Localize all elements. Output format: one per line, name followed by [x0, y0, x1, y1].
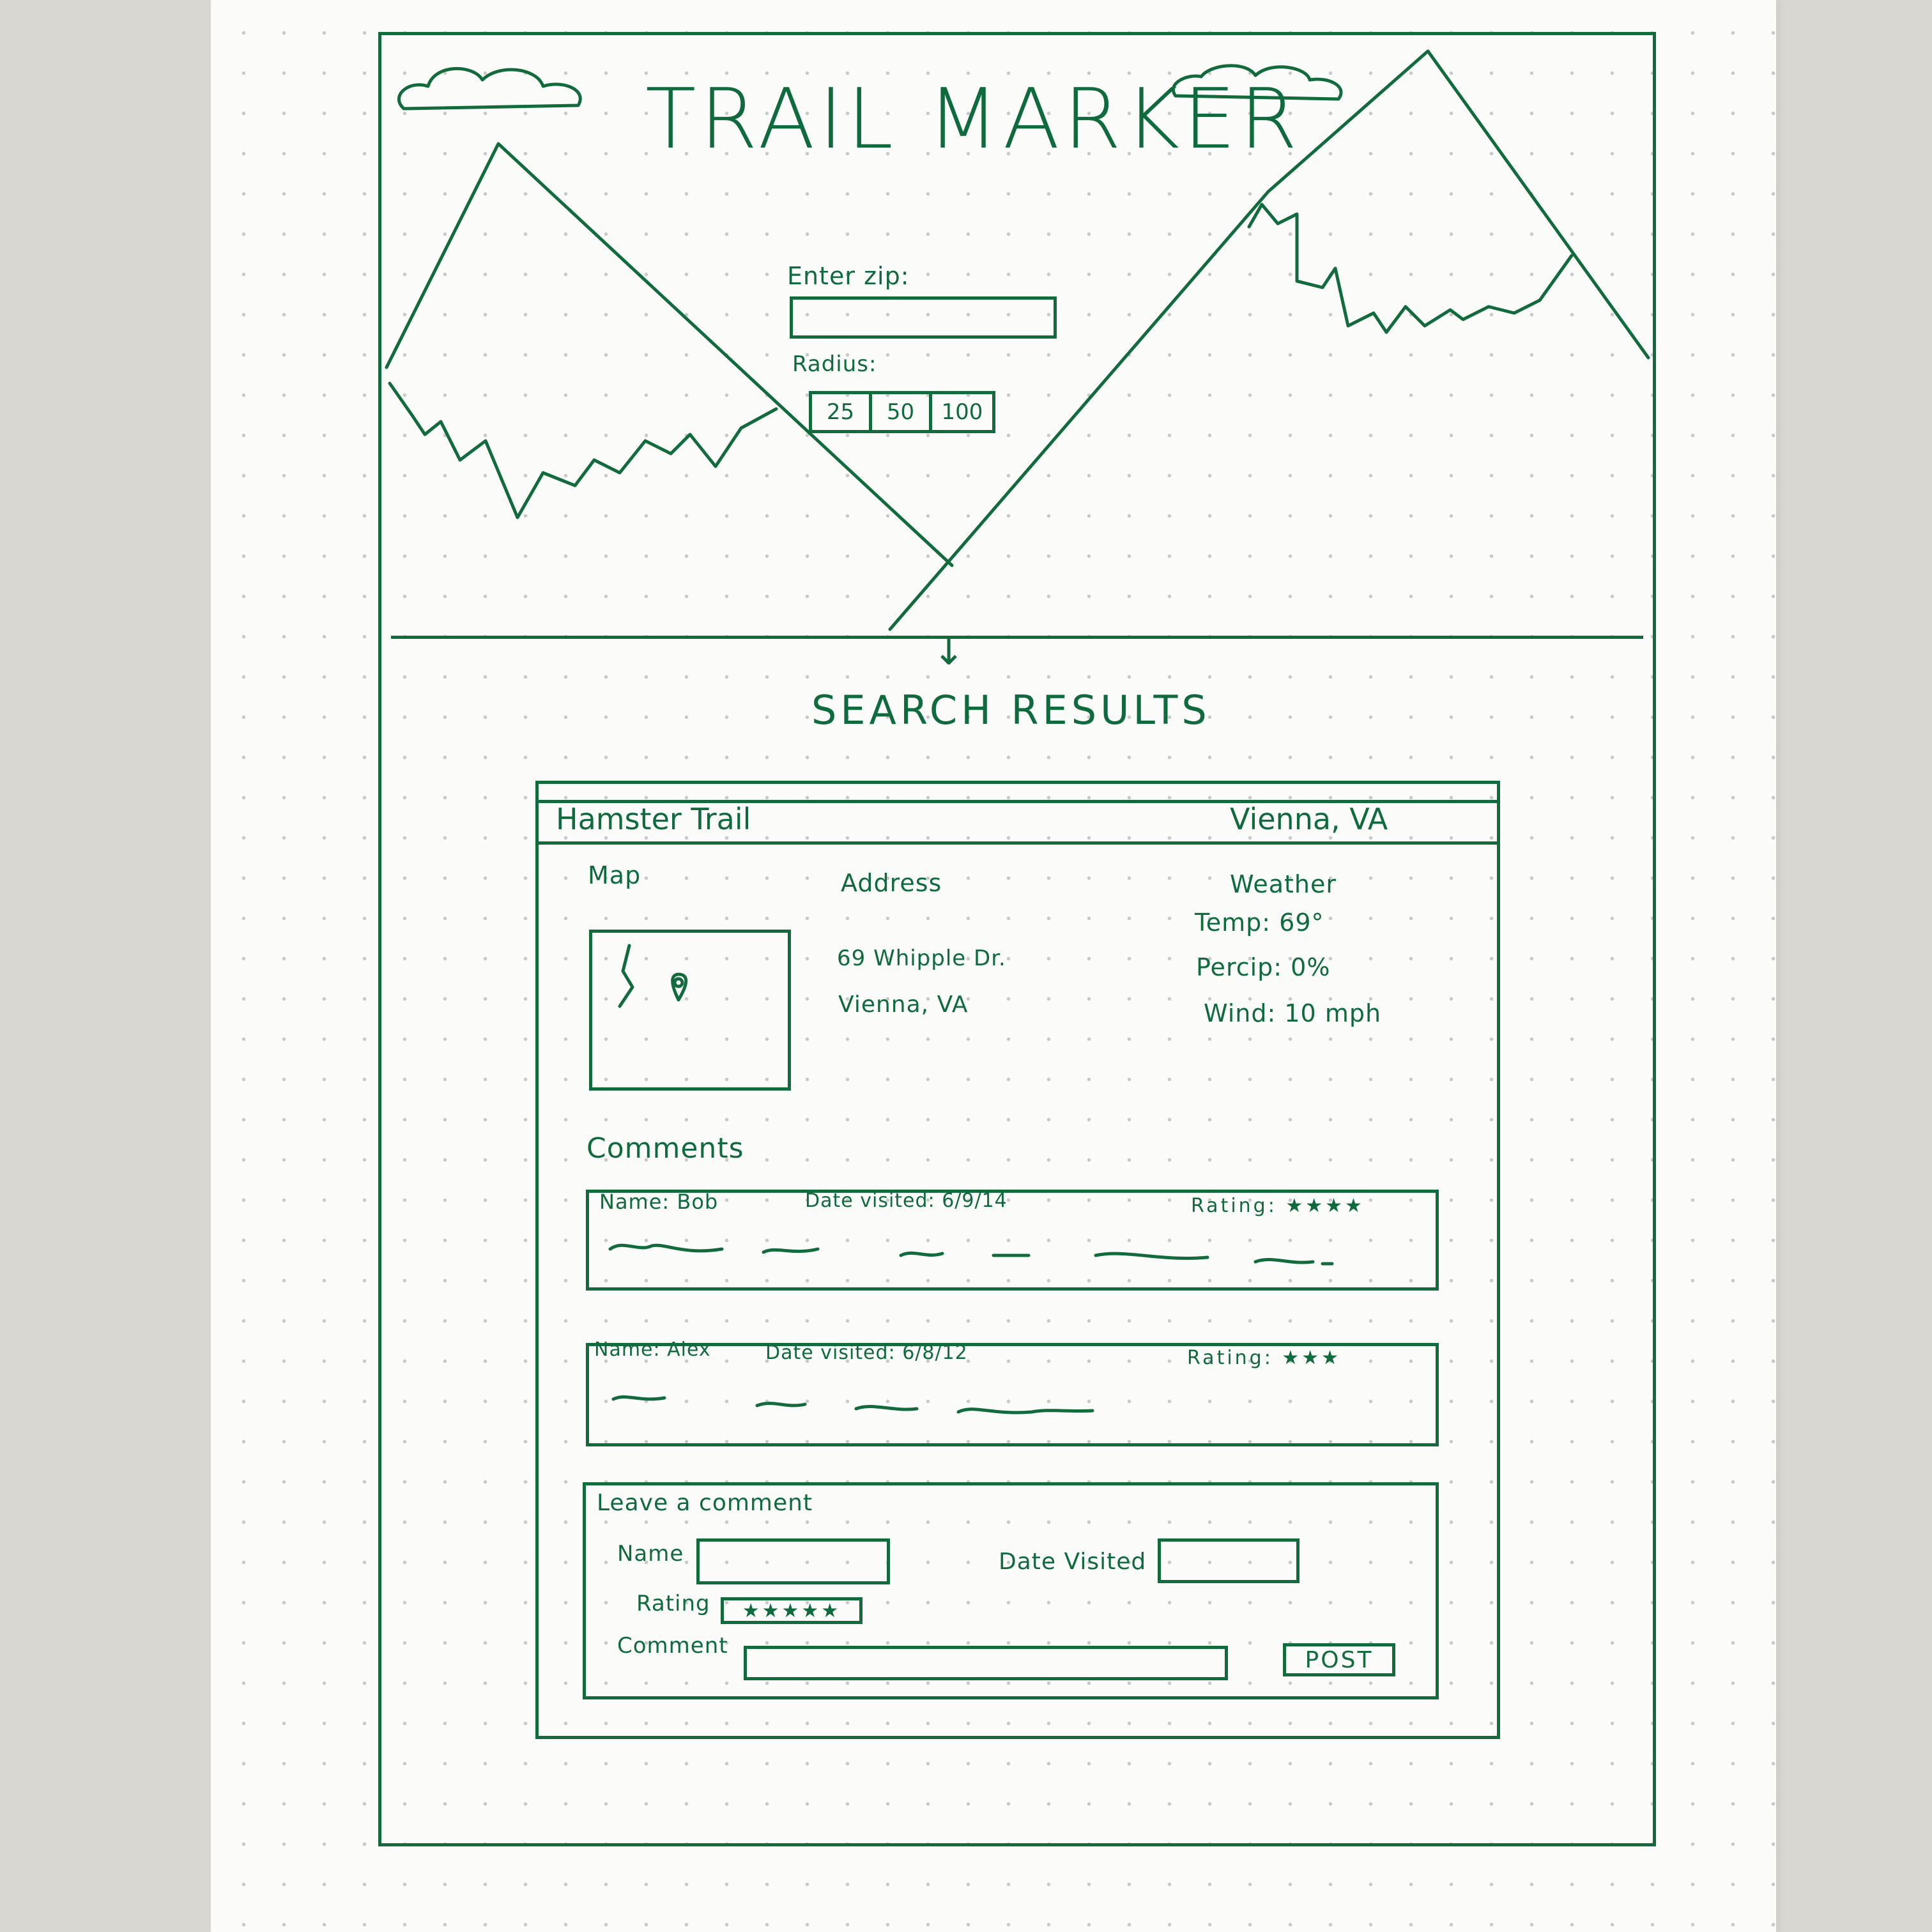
weather-label: Weather — [1230, 870, 1337, 898]
weather-wind: Wind: 10 mph — [1204, 999, 1382, 1027]
weather-precip: Percip: 0% — [1196, 953, 1331, 981]
comment-input[interactable] — [744, 1646, 1228, 1680]
rating-label: Rating — [636, 1591, 710, 1616]
comment-author: Name: Bob — [599, 1190, 719, 1214]
zip-input[interactable] — [790, 296, 1057, 339]
address-label: Address — [841, 869, 942, 897]
leave-comment-title: Leave a comment — [597, 1490, 813, 1516]
hero-divider — [391, 636, 1643, 639]
comment-rating: Rating: ★★★ — [1187, 1347, 1342, 1369]
comment-rating: Rating: ★★★★ — [1191, 1195, 1365, 1217]
trail-map[interactable] — [589, 930, 791, 1091]
radius-option-50[interactable]: 50 — [872, 394, 932, 430]
radius-option-100[interactable]: 100 — [932, 394, 992, 430]
comment-date: Date visited: 6/8/12 — [765, 1342, 968, 1364]
comment-author: Name: Alex — [594, 1338, 711, 1361]
search-results-title: SEARCH RESULTS — [811, 687, 1211, 733]
date-visited-label: Date Visited — [999, 1549, 1147, 1575]
comment-label: Comment — [617, 1633, 728, 1659]
radius-label: Radius: — [792, 351, 877, 377]
zip-label: Enter zip: — [787, 262, 910, 290]
trail-location: Vienna, VA — [1230, 802, 1388, 836]
page-title: TRAIL MARKER — [645, 70, 1301, 167]
date-visited-input[interactable] — [1158, 1538, 1300, 1583]
weather-temp: Temp: 69° — [1195, 908, 1324, 937]
trail-name[interactable]: Hamster Trail — [556, 802, 751, 836]
address-line-1: 69 Whipple Dr. — [837, 946, 1006, 971]
comments-label: Comments — [586, 1132, 744, 1165]
arrow-down-icon: ↓ — [933, 629, 965, 674]
radius-option-25[interactable]: 25 — [812, 394, 872, 430]
rating-stars: ★★★★★ — [742, 1599, 841, 1622]
radius-selector: 25 50 100 — [809, 391, 995, 433]
address-line-2: Vienna, VA — [838, 992, 969, 1018]
name-input[interactable] — [696, 1538, 890, 1584]
comment-date: Date visited: 6/9/14 — [805, 1190, 1008, 1212]
map-label: Map — [588, 861, 641, 889]
post-button[interactable]: POST — [1283, 1643, 1395, 1676]
rating-input[interactable]: ★★★★★ — [721, 1597, 862, 1624]
name-label: Name — [617, 1541, 684, 1567]
